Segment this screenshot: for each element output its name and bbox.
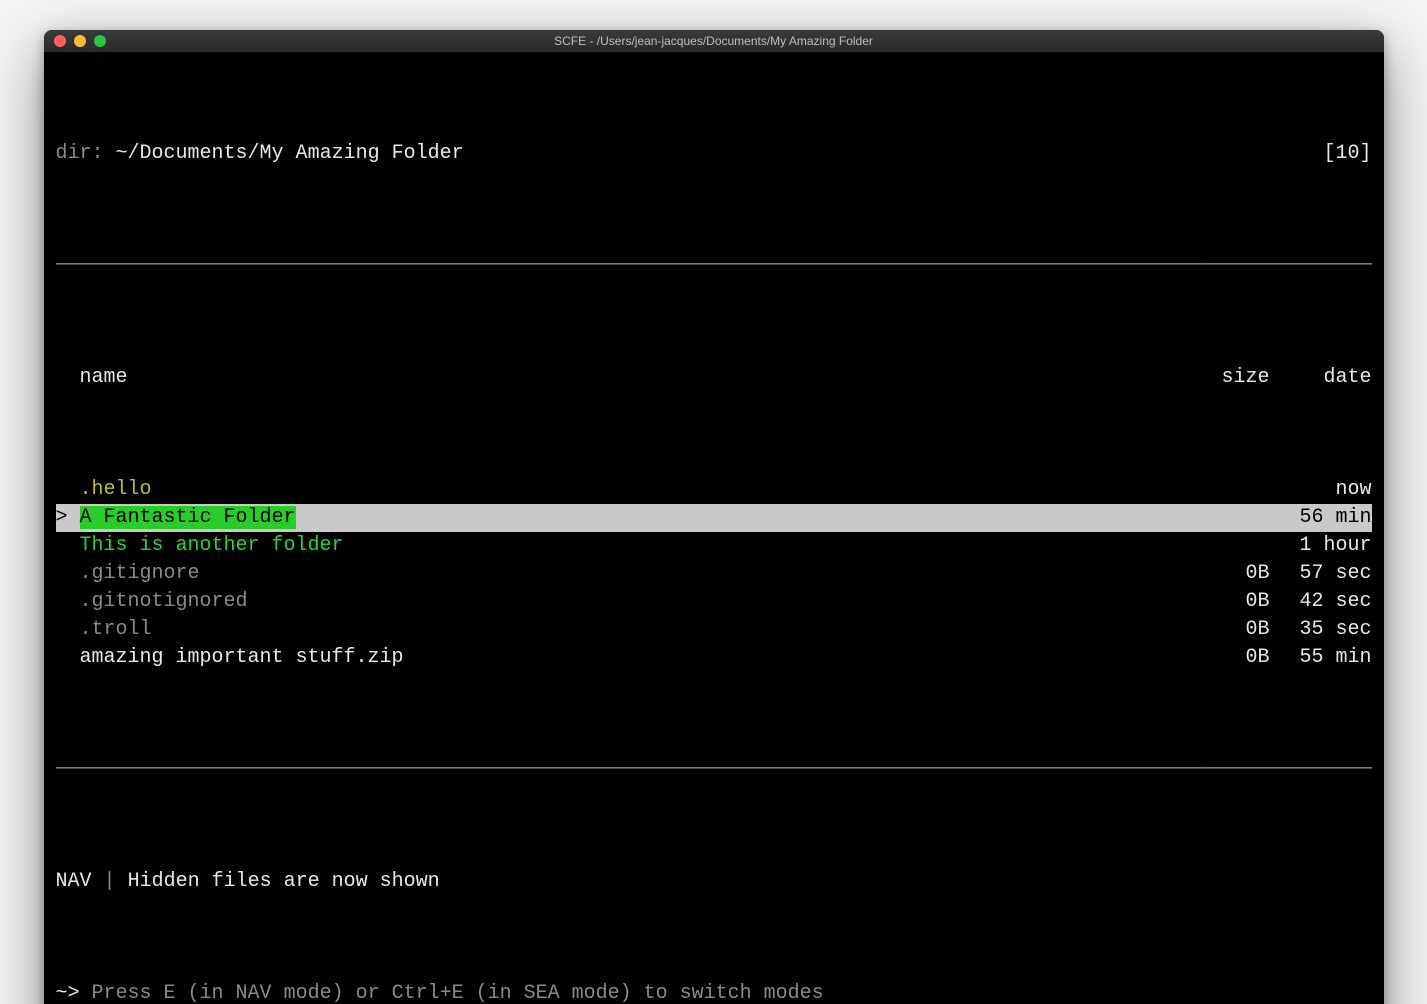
prompt-row[interactable]: ~> Press E (in NAV mode) or Ctrl+E (in S… xyxy=(56,980,1372,1004)
status-sep: | xyxy=(104,870,116,893)
terminal-content[interactable]: dir: ~/Documents/My Amazing Folder [10] … xyxy=(44,52,1384,1004)
entry-date: 1 hour xyxy=(1282,532,1372,560)
traffic-lights xyxy=(54,35,106,47)
cursor-icon xyxy=(56,588,80,616)
window-title: SCFE - /Users/jean-jacques/Documents/My … xyxy=(44,34,1384,48)
list-item[interactable]: > A Fantastic Folder 56 min xyxy=(56,504,1372,532)
list-item[interactable]: .gitnotignored 0B 42 sec xyxy=(56,588,1372,616)
list-item[interactable]: .troll 0B 35 sec xyxy=(56,616,1372,644)
entry-size: 0B xyxy=(1209,588,1269,616)
col-date: date xyxy=(1282,364,1372,392)
entry-date: 55 min xyxy=(1282,644,1372,672)
zoom-icon[interactable] xyxy=(94,35,106,47)
entry-date: 56 min xyxy=(1282,504,1372,532)
cursor-icon xyxy=(56,644,80,672)
cursor-icon: > xyxy=(56,504,80,532)
item-count: [10] xyxy=(1323,140,1371,168)
status-message: Hidden files are now shown xyxy=(128,870,440,893)
prompt-hint: Press E (in NAV mode) or Ctrl+E (in SEA … xyxy=(92,982,824,1004)
minimize-icon[interactable] xyxy=(74,35,86,47)
entry-name: .hello xyxy=(80,478,152,501)
cursor-icon xyxy=(56,476,80,504)
entry-name: amazing important stuff.zip xyxy=(80,646,404,669)
header-row: dir: ~/Documents/My Amazing Folder [10] xyxy=(56,140,1372,168)
entry-name: .troll xyxy=(80,618,152,641)
prompt-symbol: ~> xyxy=(56,982,80,1004)
dir-path: ~/Documents/My Amazing Folder xyxy=(116,142,464,165)
close-icon[interactable] xyxy=(54,35,66,47)
divider: ────────────────────────────────────────… xyxy=(56,756,1372,784)
entry-size: 0B xyxy=(1209,560,1269,588)
divider: ────────────────────────────────────────… xyxy=(56,252,1372,280)
list-item[interactable]: amazing important stuff.zip 0B 55 min xyxy=(56,644,1372,672)
list-item[interactable]: .hello now xyxy=(56,476,1372,504)
entry-size: 0B xyxy=(1209,616,1269,644)
cursor-icon xyxy=(56,532,80,560)
cursor-icon xyxy=(56,616,80,644)
titlebar[interactable]: SCFE - /Users/jean-jacques/Documents/My … xyxy=(44,30,1384,52)
entry-date: now xyxy=(1282,476,1372,504)
col-name: name xyxy=(80,366,128,389)
dir-label: dir: xyxy=(56,142,104,165)
list-item[interactable]: This is another folder 1 hour xyxy=(56,532,1372,560)
entry-date: 57 sec xyxy=(1282,560,1372,588)
terminal-window: SCFE - /Users/jean-jacques/Documents/My … xyxy=(44,30,1384,1004)
entry-date: 35 sec xyxy=(1282,616,1372,644)
entry-date: 42 sec xyxy=(1282,588,1372,616)
column-headers: name size date xyxy=(56,364,1372,392)
entry-name: .gitignore xyxy=(80,562,200,585)
status-row: NAV | Hidden files are now shown xyxy=(56,868,1372,896)
col-size: size xyxy=(1209,364,1269,392)
entry-size: 0B xyxy=(1209,644,1269,672)
entry-name: .gitnotignored xyxy=(80,590,248,613)
cursor-icon xyxy=(56,560,80,588)
entry-name: This is another folder xyxy=(80,534,344,557)
entry-name: A Fantastic Folder xyxy=(80,506,296,529)
list-item[interactable]: .gitignore 0B 57 sec xyxy=(56,560,1372,588)
mode-indicator: NAV xyxy=(56,870,92,893)
